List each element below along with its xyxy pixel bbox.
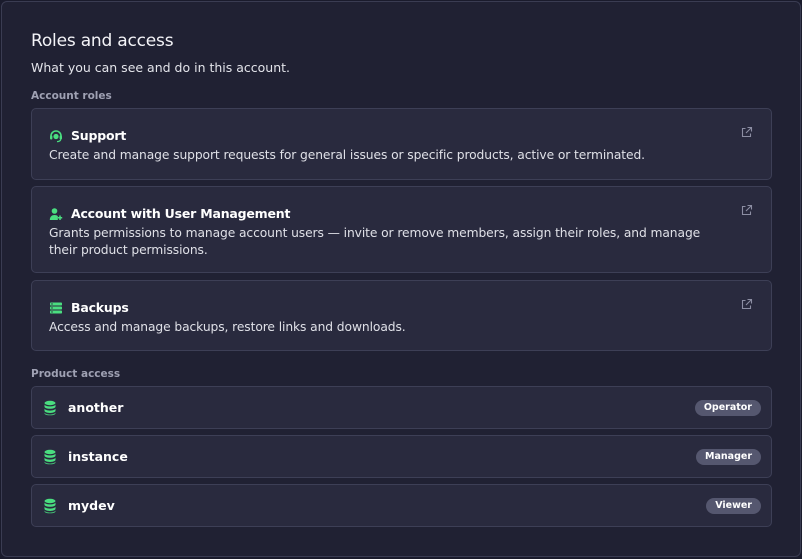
external-link-icon[interactable] [740, 296, 753, 310]
role-description: Grants permissions to manage account use… [49, 226, 701, 257]
role-name: Account with User Management [71, 206, 291, 221]
product-access-label: Product access [31, 368, 121, 380]
role-badge: Manager [696, 449, 761, 465]
role-name: Backups [71, 300, 129, 315]
roles-access-panel: Roles and access What you can see and do… [1, 1, 801, 557]
role-card-backups[interactable]: Backups Access and manage backups, resto… [31, 280, 772, 351]
product-name: another [68, 400, 124, 415]
user-plus-icon [49, 207, 63, 221]
database-icon [43, 498, 57, 514]
product-row-another[interactable]: another Operator [31, 386, 772, 429]
product-row-mydev[interactable]: mydev Viewer [31, 484, 772, 527]
product-name: mydev [68, 498, 115, 513]
role-head: Backups [49, 300, 129, 315]
database-icon [43, 400, 57, 416]
product-name: instance [68, 449, 128, 464]
product-row-instance[interactable]: instance Manager [31, 435, 772, 478]
page-subtitle: What you can see and do in this account. [31, 60, 291, 75]
role-name: Support [71, 128, 127, 143]
headset-icon [49, 129, 63, 143]
role-head: Support [49, 128, 126, 143]
role-badge: Viewer [706, 498, 761, 514]
role-head: Account with User Management [49, 206, 290, 221]
role-card-support[interactable]: Support Create and manage support reques… [31, 108, 772, 180]
role-description: Access and manage backups, restore links… [49, 320, 406, 334]
account-roles-label: Account roles [31, 90, 112, 102]
database-icon [43, 449, 57, 465]
role-badge: Operator [694, 400, 761, 416]
page-title: Roles and access [31, 31, 174, 51]
external-link-icon[interactable] [740, 202, 753, 216]
role-card-user-management[interactable]: Account with User Management Grants perm… [31, 186, 772, 273]
external-link-icon[interactable] [740, 124, 753, 138]
role-description: Create and manage support requests for g… [49, 148, 645, 162]
server-stack-icon [49, 301, 63, 315]
